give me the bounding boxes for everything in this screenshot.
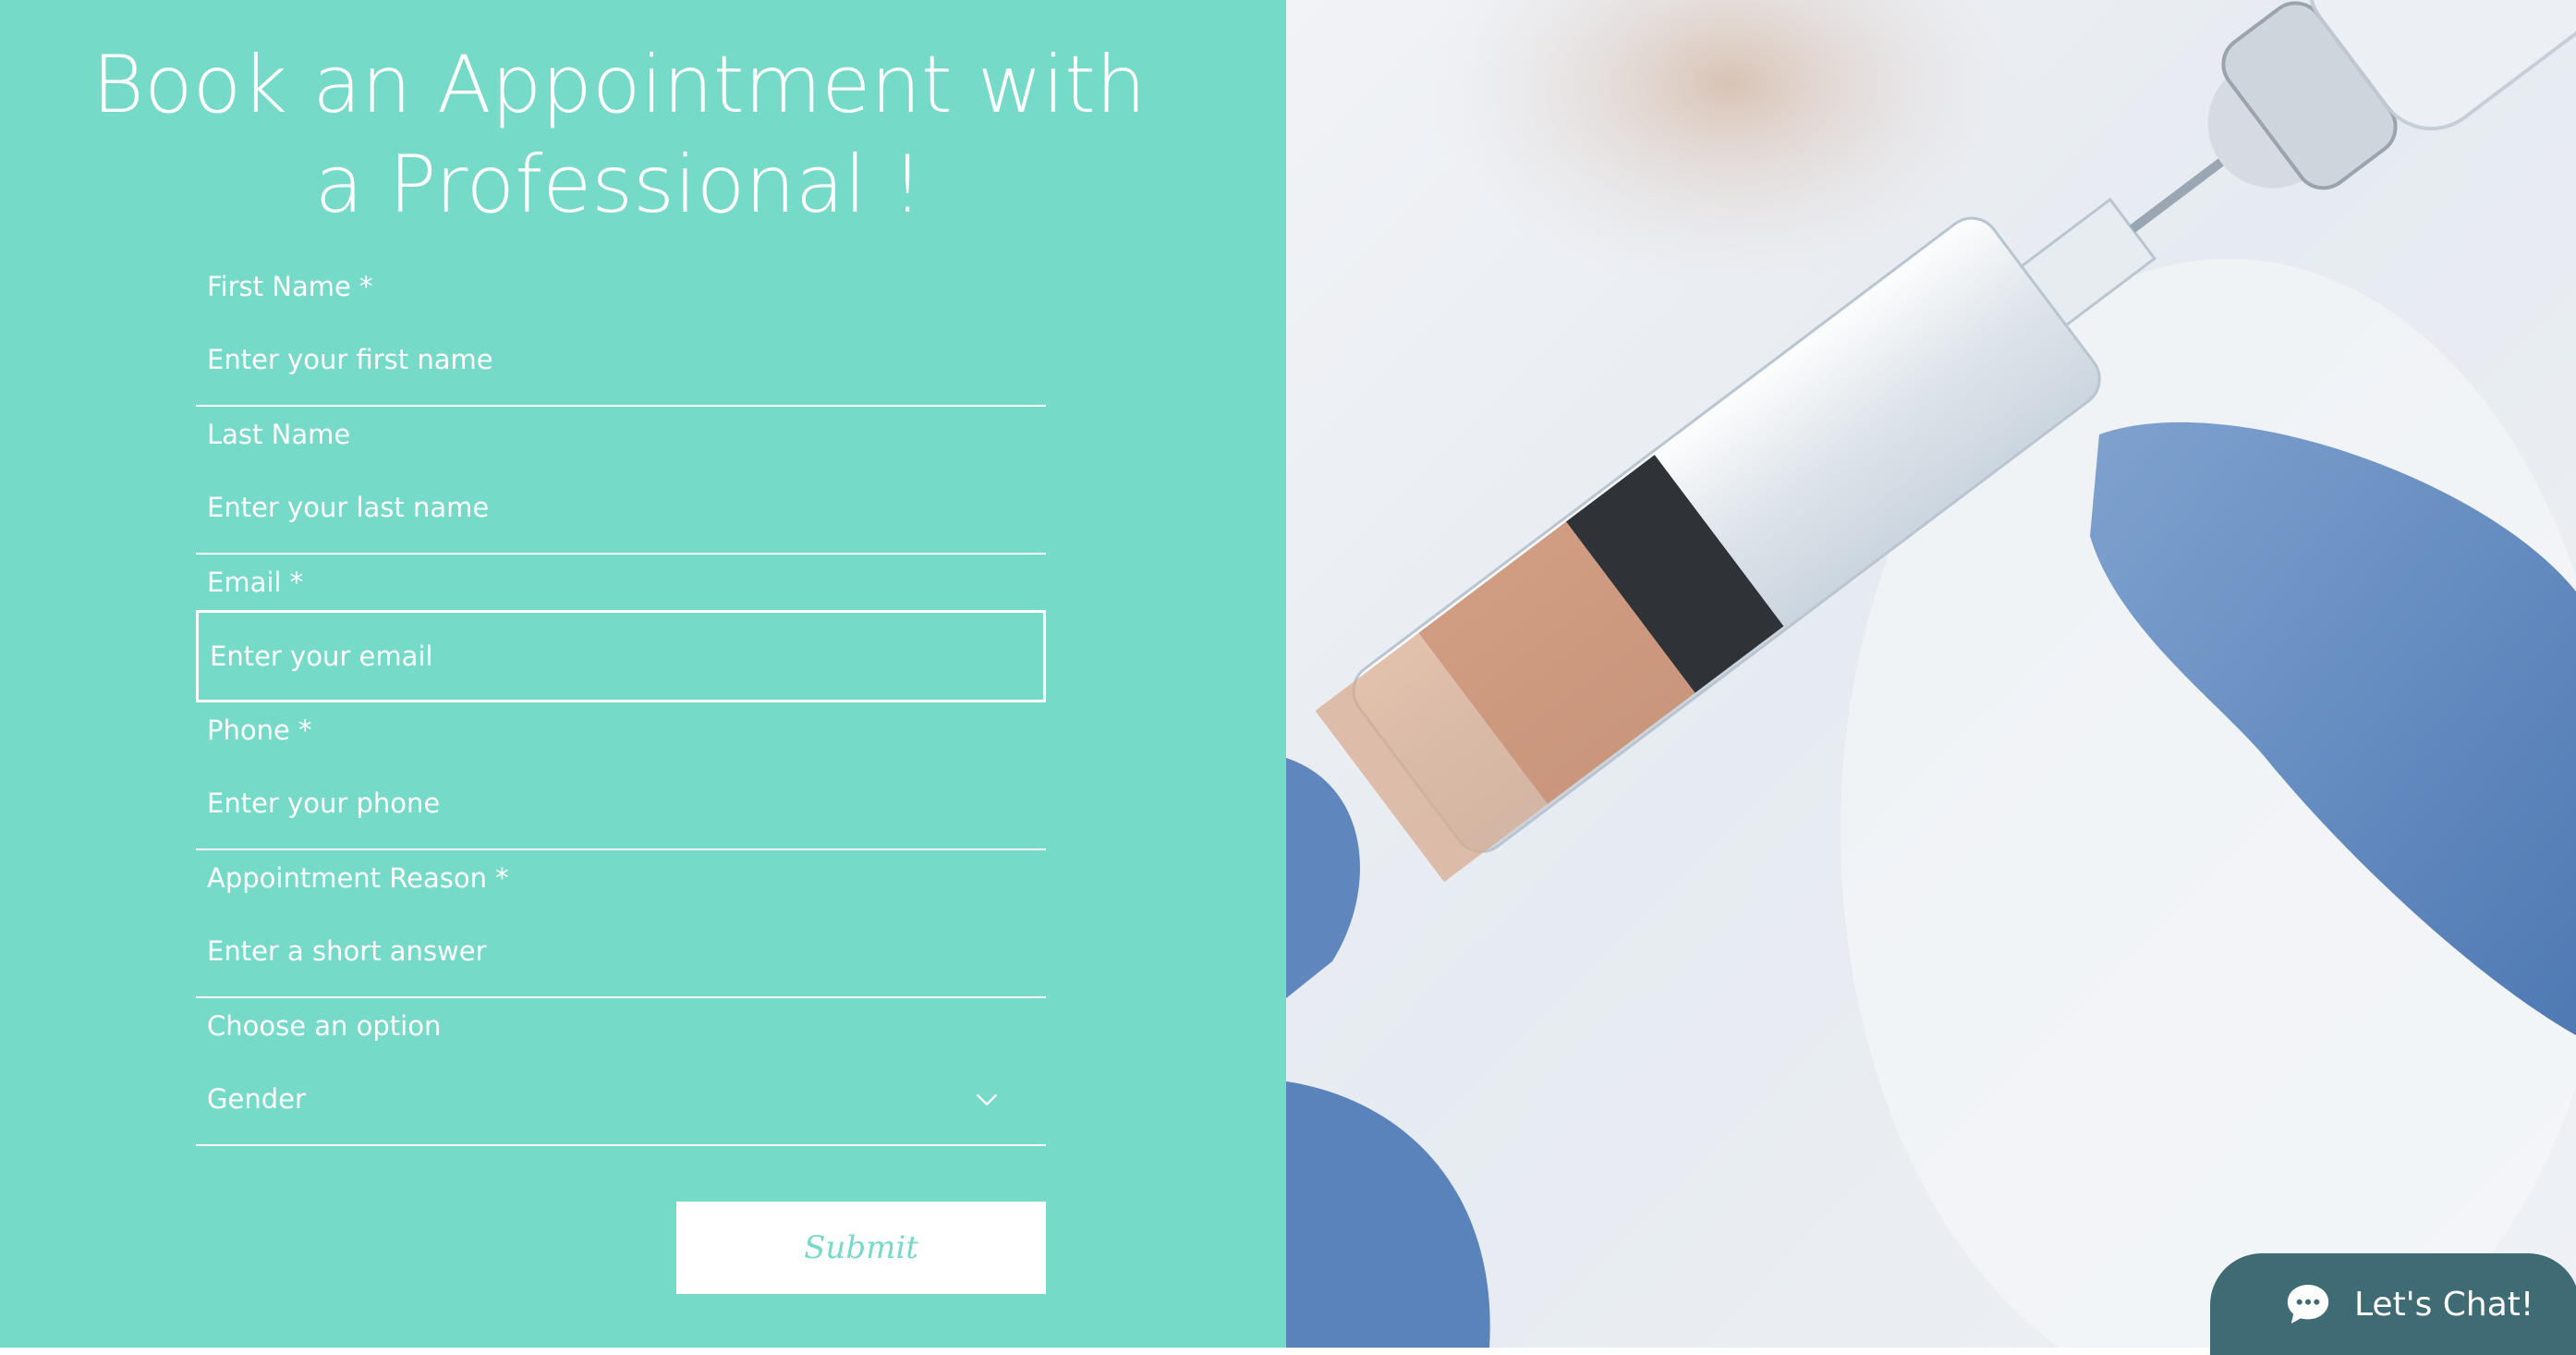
chevron-down-icon [976,1093,998,1106]
first-name-label: First Name * [207,271,373,302]
email-label: Email * [207,567,304,598]
title-line-1: Book an Appointment with [91,39,1147,131]
phone-input[interactable] [196,758,1046,850]
appointment-reason-input[interactable] [196,906,1046,998]
page-title: Book an Appointment with a Professional … [0,35,1238,235]
syringe-photo [1286,0,2576,1348]
first-name-input[interactable] [196,314,1046,407]
syringe-illustration [1286,0,2576,1348]
phone-label: Phone * [207,714,312,746]
chat-button[interactable]: Let's Chat! [2210,1253,2576,1355]
chat-bubble-icon [2287,1285,2329,1324]
gender-select-label: Choose an option [207,1010,442,1042]
last-name-label: Last Name [207,419,351,450]
appointment-reason-label: Appointment Reason * [207,862,509,894]
gender-select-value: Gender [207,1083,306,1115]
last-name-input[interactable] [196,462,1046,555]
gender-select[interactable]: Gender [196,1054,1046,1146]
email-input[interactable] [196,610,1046,702]
chat-label: Let's Chat! [2354,1285,2534,1324]
submit-button[interactable]: Submit [676,1202,1046,1294]
booking-panel: Book an Appointment with a Professional … [0,0,1286,1348]
title-line-2: a Professional ! [314,139,924,231]
